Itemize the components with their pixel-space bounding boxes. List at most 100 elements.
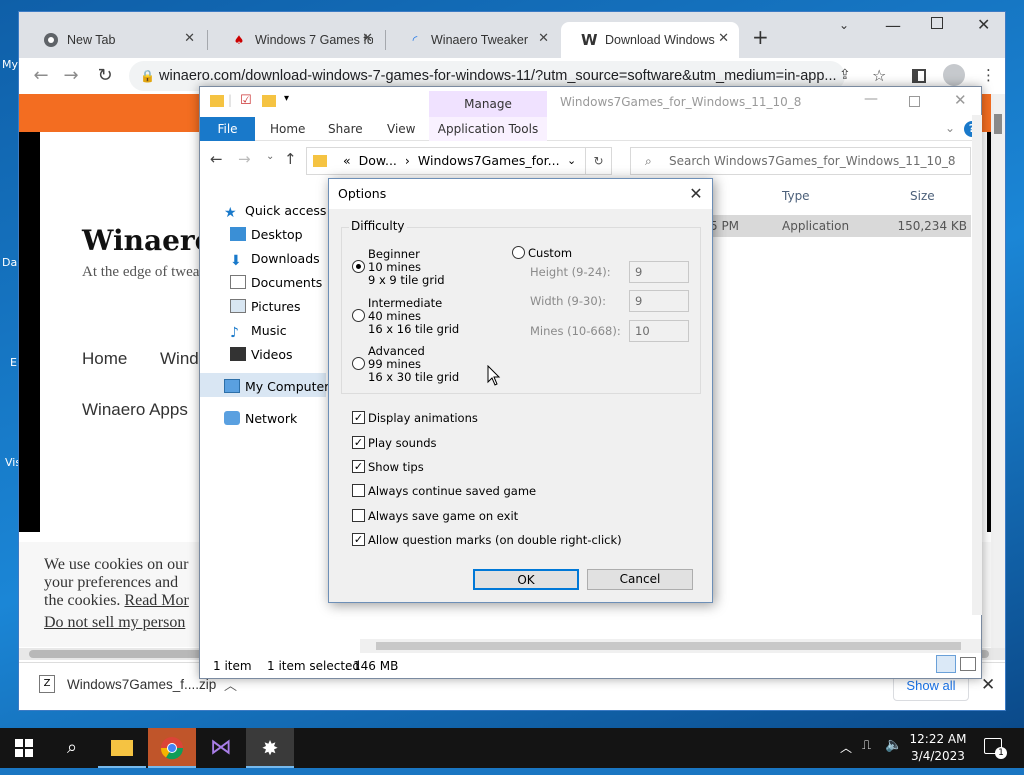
- nav-item-my-computer[interactable]: My Computer: [224, 379, 329, 394]
- nav-item-desktop[interactable]: Desktop: [230, 227, 303, 242]
- nav-item-pictures[interactable]: Pictures: [230, 299, 301, 314]
- close-tab-icon[interactable]: ✕: [362, 31, 373, 46]
- quick-access-dropdown-icon[interactable]: ▾: [284, 93, 289, 104]
- manage-contextual-tab[interactable]: Manage: [429, 91, 547, 117]
- recent-locations-icon[interactable]: ⌄: [266, 151, 274, 162]
- desktop-icon-label[interactable]: My: [2, 58, 18, 71]
- profile-avatar-icon[interactable]: [943, 64, 965, 86]
- back-arrow-icon[interactable]: ←: [210, 150, 223, 168]
- explorer-search-box[interactable]: ⌕ Search Windows7Games_for_Windows_11_10…: [630, 147, 971, 175]
- breadcrumb-folder[interactable]: Windows7Games_for...: [418, 153, 560, 168]
- minimize-icon[interactable]: —: [885, 16, 901, 35]
- display-animations-label[interactable]: Display animations: [368, 411, 478, 425]
- custom-label[interactable]: Custom: [528, 247, 572, 260]
- nav-link-home[interactable]: Home: [82, 349, 127, 369]
- ribbon-tab-view[interactable]: View: [387, 122, 415, 136]
- forward-arrow-icon[interactable]: →: [57, 62, 85, 90]
- vertical-scrollbar[interactable]: [991, 94, 1005, 648]
- close-tab-icon[interactable]: ✕: [718, 31, 729, 46]
- share-icon[interactable]: ⇪: [839, 67, 851, 83]
- always-save-label[interactable]: Always save game on exit: [368, 509, 518, 523]
- ribbon-tab-file[interactable]: File: [200, 117, 255, 141]
- question-marks-label[interactable]: Allow question marks (on double right-cl…: [368, 533, 622, 547]
- intermediate-option[interactable]: Intermediate 40 mines 16 x 16 tile grid: [368, 297, 459, 336]
- maximize-icon[interactable]: [909, 96, 920, 107]
- explorer-address-bar[interactable]: « Dow... › Windows7Games_for... ⌄: [306, 147, 586, 175]
- chrome-taskbar-icon[interactable]: [148, 728, 196, 768]
- width-input[interactable]: 9: [629, 290, 689, 312]
- tab-windows-7-games[interactable]: ♠ Windows 7 Games fo ✕: [211, 22, 383, 58]
- explorer-horizontal-scrollbar[interactable]: [360, 639, 981, 653]
- download-item[interactable]: Windows7Games_f....zip: [67, 677, 216, 692]
- beginner-radio[interactable]: [352, 260, 365, 273]
- ribbon-tab-home[interactable]: Home: [270, 122, 305, 136]
- tab-new-tab[interactable]: New Tab ✕: [23, 22, 205, 58]
- play-sounds-checkbox[interactable]: ✓: [352, 436, 365, 449]
- properties-icon[interactable]: ☑: [240, 93, 252, 108]
- site-title[interactable]: Winaero: [82, 224, 213, 257]
- read-more-link[interactable]: Read Mor: [124, 592, 188, 609]
- height-input[interactable]: 9: [629, 261, 689, 283]
- ok-button[interactable]: OK: [473, 569, 579, 590]
- clock[interactable]: 12:22 AM 3/4/2023: [906, 731, 970, 765]
- up-arrow-icon[interactable]: ↑: [284, 150, 297, 168]
- breadcrumb-downloads[interactable]: Dow...: [359, 153, 397, 168]
- column-header-type[interactable]: Type: [782, 189, 810, 203]
- desktop-icon-label[interactable]: Da: [2, 256, 17, 269]
- forward-arrow-icon[interactable]: →: [238, 150, 251, 168]
- volume-icon[interactable]: 🔈: [885, 737, 902, 753]
- visual-studio-taskbar-icon[interactable]: ⋈: [197, 728, 245, 768]
- tab-download-windows[interactable]: W Download Windows ✕: [561, 22, 739, 58]
- breadcrumb-overflow[interactable]: «: [343, 153, 351, 168]
- more-menu-icon[interactable]: ⋮: [981, 66, 996, 84]
- bookmark-star-icon[interactable]: ☆: [872, 66, 886, 85]
- cancel-button[interactable]: Cancel: [587, 569, 693, 590]
- refresh-icon[interactable]: ↻: [586, 147, 612, 175]
- always-save-checkbox[interactable]: [352, 509, 365, 522]
- maximize-icon[interactable]: [931, 17, 943, 29]
- nav-item-documents[interactable]: Documents: [230, 275, 322, 290]
- close-tab-icon[interactable]: ✕: [184, 31, 195, 46]
- desktop-icon-label[interactable]: E: [10, 356, 17, 369]
- back-arrow-icon[interactable]: ←: [27, 62, 55, 90]
- file-explorer-taskbar-icon[interactable]: [98, 728, 146, 768]
- large-icons-view-icon[interactable]: [960, 657, 976, 671]
- nav-link-windows[interactable]: Wind: [160, 349, 199, 369]
- close-shelf-icon[interactable]: ✕: [981, 675, 995, 695]
- search-icon[interactable]: ⌕: [48, 728, 96, 768]
- ribbon-tab-application-tools[interactable]: Application Tools: [429, 117, 547, 141]
- show-tips-checkbox[interactable]: ✓: [352, 460, 365, 473]
- tab-winaero-tweaker[interactable]: ◜ Winaero Tweaker ✕: [387, 22, 559, 58]
- network-tray-icon[interactable]: ⎍: [862, 738, 871, 753]
- advanced-radio[interactable]: [352, 357, 365, 370]
- do-not-sell-link[interactable]: Do not sell my person: [44, 614, 185, 631]
- advanced-option[interactable]: Advanced 99 mines 16 x 30 tile grid: [368, 345, 459, 384]
- file-row[interactable]: 5 PM Application 150,234 KB: [710, 215, 971, 237]
- beginner-option[interactable]: Beginner 10 mines 9 x 9 tile grid: [368, 248, 445, 287]
- nav-item-network[interactable]: Network: [224, 411, 297, 426]
- always-continue-label[interactable]: Always continue saved game: [368, 484, 536, 498]
- minimize-icon[interactable]: —: [864, 91, 878, 107]
- mines-input[interactable]: 10: [629, 320, 689, 342]
- nav-item-videos[interactable]: Videos: [230, 347, 293, 362]
- show-tips-label[interactable]: Show tips: [368, 460, 424, 474]
- chevron-down-icon[interactable]: ⌄: [567, 148, 576, 174]
- tab-search-icon[interactable]: ⌄: [839, 18, 849, 32]
- play-sounds-label[interactable]: Play sounds: [368, 436, 437, 450]
- new-folder-icon[interactable]: [262, 95, 276, 107]
- close-icon[interactable]: ✕: [681, 179, 711, 209]
- winaero-tweaker-taskbar-icon[interactable]: ✸: [246, 728, 294, 768]
- chevron-down-icon[interactable]: ⌄: [945, 121, 955, 135]
- close-window-icon[interactable]: ✕: [977, 15, 990, 34]
- close-window-icon[interactable]: ✕: [954, 91, 967, 109]
- nav-link-winaero-apps[interactable]: Winaero Apps: [82, 400, 188, 420]
- new-tab-button[interactable]: +: [752, 25, 769, 49]
- intermediate-radio[interactable]: [352, 309, 365, 322]
- explorer-vertical-scrollbar[interactable]: [972, 115, 982, 615]
- start-button[interactable]: [0, 728, 48, 768]
- always-continue-checkbox[interactable]: [352, 484, 365, 497]
- chevron-up-icon[interactable]: ︿: [840, 739, 852, 756]
- reload-icon[interactable]: ↻: [91, 62, 119, 90]
- ribbon-tab-share[interactable]: Share: [328, 122, 363, 136]
- nav-item-music[interactable]: ♪ Music: [230, 323, 287, 340]
